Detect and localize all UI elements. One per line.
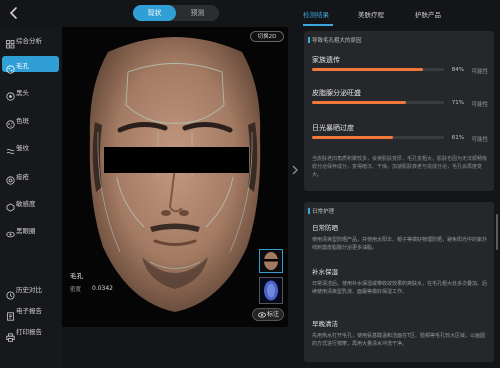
cause-percent: 61% (451, 135, 464, 141)
tab-current[interactable]: 现状 (133, 5, 176, 21)
grid-icon (6, 34, 15, 49)
face-scan-image (89, 37, 261, 312)
e-report-button[interactable]: 电子报告 (2, 303, 59, 321)
sensitivity-icon (6, 197, 15, 212)
spot-icon (6, 114, 15, 129)
cause-percent: 71% (451, 100, 464, 106)
cause-name: 家族遗传 (312, 56, 340, 64)
tip-body: 使用清爽型防晒产品，并使用太阳伞、帽子等做好物理防晒，避免阳光中的紫外线刺激皮脂… (312, 237, 488, 251)
tip-body: 先用热水打开毛孔，使用氨基酸温和洁面在T区、脸颊等毛孔较大区域，以画圆的方式进行… (312, 333, 486, 347)
tip-title: 早晚清洁 (312, 320, 338, 328)
cause-name: 皮脂腺分泌旺盛 (312, 89, 361, 97)
causes-note: 当皮肤老旧角质积聚较多，会使肌肤变厚，毛孔变粗大。肌肤也因为无法顺畅吸收分泌保养… (312, 156, 488, 178)
top-bar: 现状 预测 检测结果 美肤疗程 护肤产品 (0, 0, 500, 27)
view-mode-toggle: 现状 预测 (133, 5, 219, 21)
cause-name: 日光暴晒过度 (312, 124, 354, 132)
cause-prob-label: 可能性 (471, 137, 488, 143)
care-tip: 早晚清洁 先用热水打开毛孔，使用氨基酸温和洁面在T区、脸颊等毛孔较大区域，以画圆… (312, 318, 490, 348)
probability-fill (312, 136, 393, 139)
history-compare-button[interactable]: 历史对比 (2, 282, 59, 300)
sidebar-item-label: 敏感度 (16, 199, 36, 208)
history-icon (6, 285, 15, 300)
wrinkle-icon (6, 141, 15, 154)
sidebar-item-pores[interactable]: 毛孔 (2, 56, 59, 74)
sidebar-item-label: 痤疮 (16, 172, 29, 181)
chevron-left-icon[interactable] (7, 5, 21, 21)
dark-circle-icon (6, 224, 15, 238)
sidebar-item-label: 皱纹 (16, 143, 29, 152)
cause-row: 日光暴晒过度 61% 可能性 (312, 123, 488, 145)
care-tip: 补水保湿 日常清洁后，使用补水保湿或带收敛效果的爽肤水，在毛孔粗大处多次叠加。后… (312, 266, 490, 296)
cause-prob-label: 可能性 (471, 69, 488, 75)
sidebar-item-label: 综合分析 (16, 36, 42, 45)
sidebar-item-label: 电子报告 (16, 307, 42, 315)
sidebar-item-label: 历史对比 (16, 286, 42, 294)
causes-title: 导致毛孔粗大的原因 (308, 37, 362, 44)
blackhead-icon (6, 86, 15, 101)
daily-care-card: 日常护理 日常防晒 使用清爽型防晒产品，并使用太阳伞、帽子等做好物理防晒，避免阳… (304, 202, 494, 362)
annotate-button[interactable]: 标注 (252, 308, 284, 321)
annotate-label: 标注 (267, 311, 280, 318)
tip-title: 日常防晒 (312, 224, 338, 232)
metric-value: 0.0342 (92, 285, 113, 292)
care-tip: 日常防晒 使用清爽型防晒产品，并使用太阳伞、帽子等做好物理防晒，避免阳光中的紫外… (312, 222, 490, 252)
pore-icon (6, 59, 15, 74)
tab-skincare-products[interactable]: 护肤产品 (415, 9, 441, 19)
sidebar-item-label: 打印报告 (16, 328, 42, 336)
cause-prob-label: 可能性 (471, 102, 488, 108)
sidebar-item-label: 黑头 (16, 88, 29, 97)
sidebar-item-blackheads[interactable]: 黑头 (2, 83, 59, 101)
sidebar-item-spots[interactable]: 色斑 (2, 111, 59, 129)
metric-sub-label: 密度 (70, 287, 82, 293)
tip-title: 补水保湿 (312, 268, 338, 276)
probability-bar (312, 68, 444, 71)
cause-row: 皮脂腺分泌旺盛 71% 可能性 (312, 88, 488, 110)
probability-bar (312, 136, 444, 139)
sidebar-item-label: 色斑 (16, 116, 29, 125)
thumbnail-uv-light[interactable] (259, 277, 283, 304)
causes-card: 导致毛孔粗大的原因 家族遗传 84% 可能性 皮脂腺分泌旺盛 71% 可能性 日… (304, 31, 494, 191)
print-report-button[interactable]: 打印报告 (2, 324, 59, 342)
care-title: 日常护理 (307, 208, 335, 215)
probability-fill (312, 101, 406, 104)
sidebar: 综合分析 毛孔 黑头 色斑 皱纹 痤疮 敏感度 黑眼圈 历史对比 电子报告 打印… (0, 27, 62, 368)
sidebar-item-label: 毛孔 (16, 61, 29, 70)
acne-icon (6, 170, 15, 185)
sidebar-item-overall[interactable]: 综合分析 (2, 31, 59, 49)
sidebar-item-dark-circles[interactable]: 黑眼圈 (2, 221, 59, 238)
switch-2d-button[interactable]: 切换2D (250, 31, 284, 42)
sidebar-item-sensitivity[interactable]: 敏感度 (2, 194, 59, 212)
tab-beauty-treatment[interactable]: 美肤疗程 (358, 9, 384, 19)
print-icon (6, 327, 15, 342)
tab-prediction[interactable]: 预测 (176, 5, 219, 21)
face-image-viewer[interactable]: 切换2D 毛孔 密度 0.0342 标注 (62, 27, 288, 327)
sidebar-item-wrinkles[interactable]: 皱纹 (2, 138, 59, 154)
eye-icon (258, 309, 266, 326)
report-icon (6, 306, 15, 321)
probability-bar (312, 101, 444, 104)
tab-detection-results[interactable]: 检测结果 (303, 9, 329, 19)
sidebar-item-acne[interactable]: 痤疮 (2, 167, 59, 185)
privacy-mask (104, 147, 249, 173)
cause-percent: 84% (451, 67, 464, 73)
thumbnail-normal-light[interactable] (259, 249, 283, 273)
cause-row: 家族遗传 84% 可能性 (312, 55, 488, 77)
scrollbar[interactable] (496, 214, 498, 250)
active-tab-underline (303, 24, 333, 26)
metric-name: 毛孔 (70, 272, 83, 280)
sidebar-item-label: 黑眼圈 (16, 226, 36, 235)
probability-fill (312, 68, 423, 71)
tip-body: 日常清洁后，使用补水保湿或带收敛效果的爽肤水，在毛孔粗大处多次叠加。后续使用清爽… (312, 281, 488, 295)
chevron-right-icon[interactable] (290, 160, 300, 180)
